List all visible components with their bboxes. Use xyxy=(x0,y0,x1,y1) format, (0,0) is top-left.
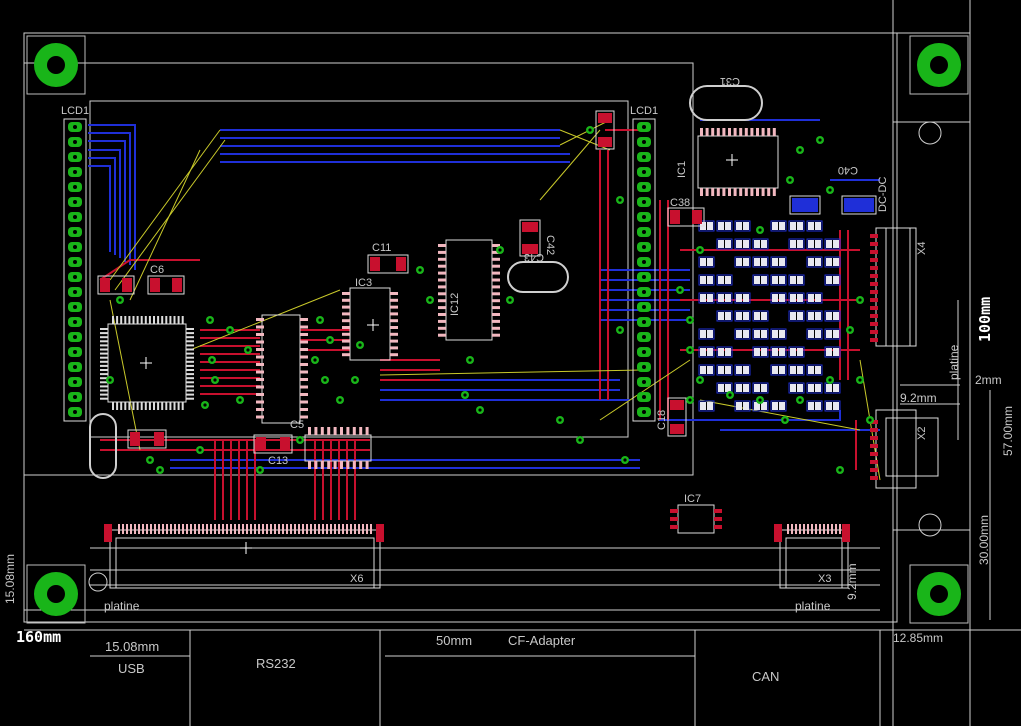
ic7-chip xyxy=(670,504,722,534)
dimension-30mm: 30.00mm xyxy=(977,515,991,565)
ic-mcu-qfp xyxy=(100,316,194,410)
label-ic12: IC12 xyxy=(449,293,461,316)
label-lcd-left: LCD1 xyxy=(61,105,89,117)
label-dc-dc: DC-DC xyxy=(877,177,889,212)
footer-cf-adapter: CF-Adapter xyxy=(508,633,576,648)
label-c31: C31 xyxy=(720,75,740,87)
crystal-c43 xyxy=(507,261,569,293)
label-c43: C43 xyxy=(524,251,544,263)
mounting-hole-top-right xyxy=(909,35,969,95)
mounting-hole-bottom-left xyxy=(26,564,86,624)
ic-soic-left xyxy=(256,314,308,424)
label-platine-right: platine xyxy=(795,599,831,613)
mounting-hole-top-left xyxy=(26,35,86,95)
label-ic3: IC3 xyxy=(355,277,372,289)
dimension-right-offset: 12.85mm xyxy=(893,631,943,645)
connector-x4 xyxy=(875,227,917,347)
pcb-layout-canvas: LCD1 LCD1 C11 C6 IC3 IC12 IC1 IC7 C31 C4… xyxy=(3,0,1021,726)
label-c5: C5 xyxy=(290,419,304,431)
label-x2: X2 xyxy=(916,427,928,440)
mounting-hole-bottom-right xyxy=(909,564,969,624)
board-outline xyxy=(23,0,1021,726)
label-c38: C38 xyxy=(670,197,690,209)
label-c18: C18 xyxy=(656,410,668,430)
label-x4: X4 xyxy=(916,242,928,255)
ic12-pins xyxy=(438,244,500,337)
fpc-pins xyxy=(104,524,850,542)
label-ic1: IC1 xyxy=(676,161,688,178)
label-c40: C40 xyxy=(838,164,858,176)
label-lcd-right: LCD1 xyxy=(630,105,658,117)
ic3-chip xyxy=(342,287,398,361)
dimension-x4-2mm: 2mm xyxy=(975,373,1002,387)
dimension-x3-9mm: 9.2mm xyxy=(845,563,859,600)
label-c42: C42 xyxy=(544,235,556,255)
dimension-height: 100mm xyxy=(976,297,994,342)
label-platine-vertical: platine xyxy=(947,344,961,380)
label-x6: X6 xyxy=(350,573,363,585)
connector-x2 xyxy=(875,409,939,489)
dimension-x4-9mm: 9.2mm xyxy=(900,391,937,405)
ic1-pins xyxy=(700,128,776,196)
ic12-chip xyxy=(438,239,500,341)
label-ic7: IC7 xyxy=(684,493,701,505)
dimension-57mm: 57.00mm xyxy=(1001,406,1015,456)
label-platine-left: platine xyxy=(104,599,140,613)
footer-usb-dim: 15.08mm xyxy=(105,639,159,654)
crystal-left xyxy=(89,413,117,479)
label-c6: C6 xyxy=(150,264,164,276)
footer-can: CAN xyxy=(752,669,779,684)
lcd-connector-left xyxy=(63,118,87,422)
bottom-layer-traces xyxy=(88,119,880,469)
footer-cf-dim: 50mm xyxy=(436,633,472,648)
footer-usb: USB xyxy=(118,661,145,676)
label-c11: C11 xyxy=(372,242,391,254)
dimension-width: 160mm xyxy=(16,628,61,646)
dimension-left-offset: 15.08mm xyxy=(3,554,17,604)
crystal-c31 xyxy=(689,85,763,121)
footer-rs232: RS232 xyxy=(256,656,296,671)
x6-crosshair xyxy=(240,542,252,554)
ic1-chip xyxy=(697,128,779,196)
label-x3: X3 xyxy=(818,573,831,585)
connector-x3 xyxy=(779,529,849,589)
connector-x6 xyxy=(109,529,381,589)
label-c13: C13 xyxy=(268,455,288,467)
